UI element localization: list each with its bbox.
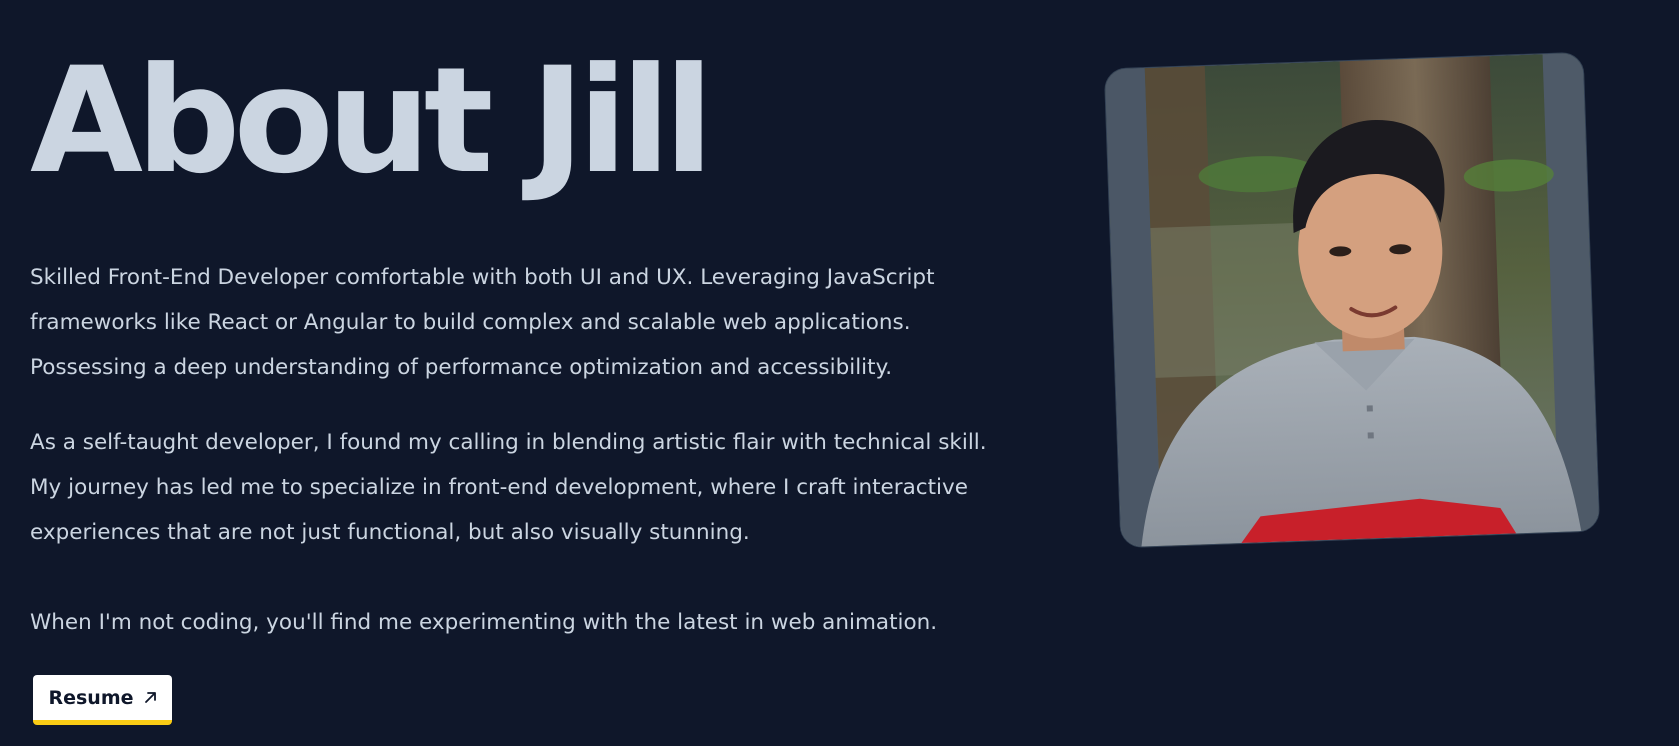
- profile-photo: [1103, 51, 1601, 549]
- about-paragraph-2: As a self-taught developer, I found my c…: [30, 430, 987, 545]
- about-paragraph-1: Skilled Front-End Developer comfortable …: [30, 265, 935, 380]
- about-text: Skilled Front-End Developer comfortable …: [30, 255, 990, 645]
- arrow-up-right-icon: [144, 691, 157, 704]
- resume-button-label: Resume: [48, 686, 134, 709]
- about-paragraph-3: When I'm not coding, you'll find me expe…: [30, 610, 938, 635]
- resume-button[interactable]: Resume: [33, 675, 172, 725]
- page-title: About Jill: [30, 36, 714, 206]
